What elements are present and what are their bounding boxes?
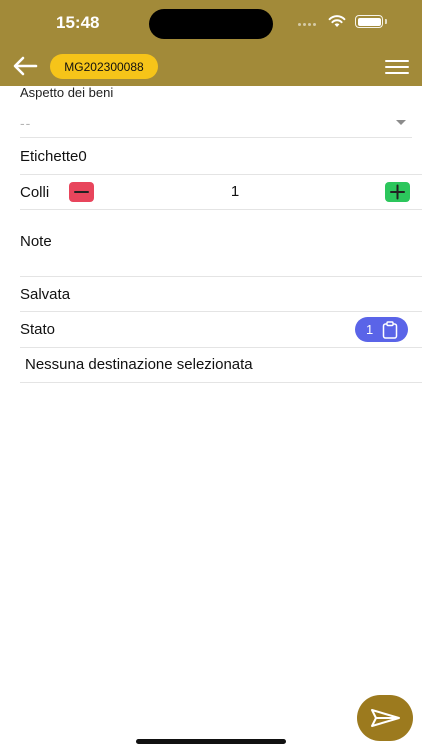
colli-label: Colli	[20, 184, 50, 201]
home-indicator	[136, 739, 286, 744]
document-code-badge: MG202300088	[50, 54, 158, 79]
stato-status-button[interactable]: 1	[355, 317, 408, 342]
chevron-down-icon	[396, 120, 406, 125]
wifi-icon	[328, 15, 346, 27]
stato-label: Stato	[20, 321, 56, 338]
etichette-label: Etichette	[20, 148, 79, 165]
minus-icon	[74, 191, 89, 193]
cellular-signal-icon	[298, 23, 320, 27]
status-bar-time: 15:48	[56, 13, 100, 32]
salvata-label: Salvata	[20, 286, 71, 303]
battery-icon	[355, 15, 383, 28]
note-label: Note	[20, 233, 52, 250]
etichette-value: 0	[78, 148, 87, 165]
destinazione-row[interactable]: Nessuna destinazione selezionata	[20, 348, 422, 383]
aspetto-select-value: --	[20, 115, 32, 131]
aspetto-select[interactable]: --	[20, 106, 412, 138]
arrow-left-icon[interactable]	[12, 55, 38, 77]
etichette-row: Etichette0	[20, 139, 422, 175]
battery-tip	[385, 19, 387, 24]
destinazione-text: Nessuna destinazione selezionata	[25, 356, 253, 373]
salvata-row: Salvata	[20, 277, 422, 312]
dynamic-island	[149, 9, 273, 39]
note-row[interactable]: Note	[20, 210, 422, 277]
app-header: 15:48 MG202300088	[0, 0, 422, 86]
stato-count: 1	[366, 322, 374, 337]
send-icon	[371, 709, 400, 727]
etichette-text: Etichette0	[20, 148, 87, 165]
aspetto-label: Aspetto dei beni	[20, 85, 114, 100]
colli-quantity-value[interactable]: 1	[225, 183, 245, 200]
colli-decrement-button[interactable]	[69, 182, 94, 202]
clipboard-icon	[382, 320, 398, 339]
colli-increment-button[interactable]	[385, 182, 410, 202]
send-button[interactable]	[357, 695, 413, 741]
plus-icon	[390, 184, 405, 200]
hamburger-menu-icon[interactable]	[384, 58, 410, 76]
